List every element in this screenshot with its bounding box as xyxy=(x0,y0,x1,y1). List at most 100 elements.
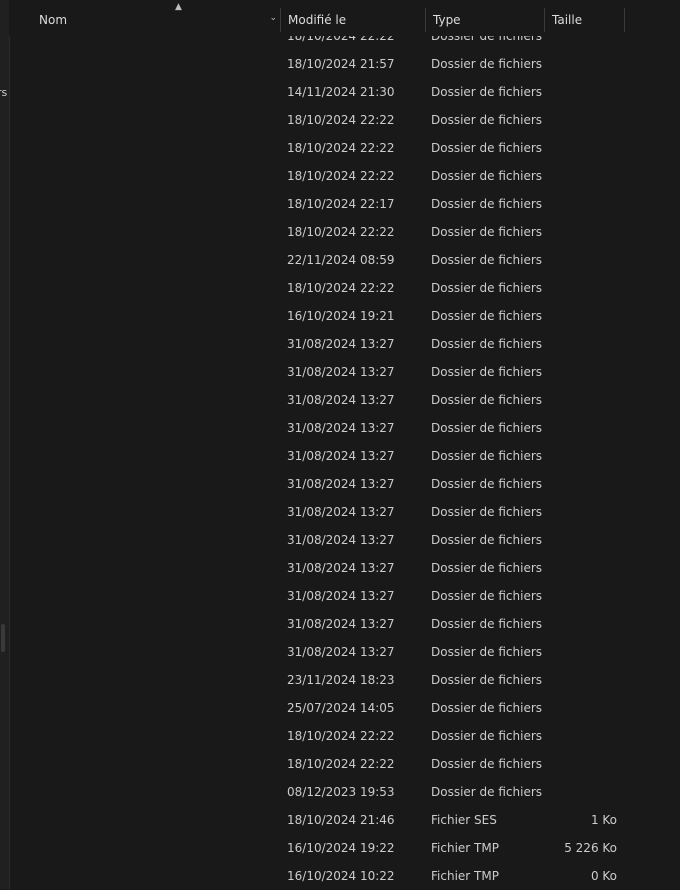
column-header-name[interactable]: ▲ Nom ⌄ xyxy=(31,2,281,34)
row-modified-date: 18/10/2024 21:46 xyxy=(287,813,395,827)
row-type: Dossier de fichiers xyxy=(431,365,543,379)
row-type: Dossier de fichiers xyxy=(431,477,543,491)
row-modified-date: 18/10/2024 22:22 xyxy=(287,225,395,239)
row-size: 5 226 Ko xyxy=(564,841,617,855)
column-header-modified-label: Modifié le xyxy=(288,13,347,27)
row-type: Dossier de fichiers xyxy=(431,617,543,631)
row-size: 1 Ko xyxy=(590,813,617,827)
row-type: Dossier de fichiers xyxy=(431,589,543,603)
row-type: Dossier de fichiers xyxy=(431,785,543,799)
row-type: Dossier de fichiers xyxy=(431,673,543,687)
row-type: Dossier de fichiers xyxy=(431,729,543,743)
navigation-pane-text: rs xyxy=(0,86,8,99)
folder-row[interactable]: TCD65ED.tmp31/08/2024 13:27Dossier de fi… xyxy=(9,414,680,442)
folder-row[interactable]: TCD6603.tmp31/08/2024 13:27Dossier de fi… xyxy=(9,526,680,554)
row-type: Dossier de fichiers xyxy=(431,393,543,407)
folder-row[interactable]: Redistributables22/11/2024 08:59Dossier … xyxy=(9,246,680,274)
folder-row[interactable]: Rar$DIa18948.1084618/10/2024 22:22Dossie… xyxy=(9,106,680,134)
file-row[interactable]: 2c92fcad-c6a3-408d-a54e-d731beabfab7....… xyxy=(9,834,680,862)
column-header-size-label: Taille xyxy=(552,13,583,27)
folder-row[interactable]: WinRAR.exe.WebView218/10/2024 22:22Dossi… xyxy=(9,722,680,750)
column-header-modified[interactable]: Modifié le xyxy=(280,8,426,34)
folder-row[interactable]: Wondershare18/10/2024 22:22Dossier de fi… xyxy=(9,750,680,778)
file-row[interactable]: .ses18/10/2024 21:46Fichier SES1 Ko xyxy=(9,806,680,834)
folder-row[interactable]: Rar$DRa20800.1028518/10/2024 22:22Dossie… xyxy=(9,218,680,246)
row-type: Dossier de fichiers xyxy=(431,197,543,211)
row-type: Dossier de fichiers xyxy=(431,169,543,183)
folder-row[interactable]: WinGet25/07/2024 14:05Dossier de fichier… xyxy=(9,694,680,722)
row-type: Dossier de fichiers xyxy=(431,225,543,239)
row-type: Dossier de fichiers xyxy=(431,337,543,351)
column-divider[interactable] xyxy=(624,8,625,32)
column-header-size[interactable]: Taille xyxy=(544,8,624,34)
row-type: Fichier TMP xyxy=(431,841,499,855)
row-modified-date: 18/10/2024 21:57 xyxy=(287,57,395,71)
folder-row[interactable]: steam16/10/2024 19:21Dossier de fichiers xyxy=(9,302,680,330)
row-type: Dossier de fichiers xyxy=(431,505,543,519)
folder-row[interactable]: TCD6602.tmp31/08/2024 13:27Dossier de fi… xyxy=(9,498,680,526)
row-modified-date: 16/10/2024 10:22 xyxy=(287,869,395,883)
folder-row[interactable]: TCD666B.tmp31/08/2024 13:27Dossier de fi… xyxy=(9,470,680,498)
file-row[interactable]: 3b134df7-e0e6-40d2-bb43-8148c7c0f6ae....… xyxy=(9,862,680,890)
row-modified-date: 14/11/2024 21:30 xyxy=(287,85,395,99)
navigation-pane-scrollbar[interactable] xyxy=(1,624,5,652)
row-modified-date: 23/11/2024 18:23 xyxy=(287,673,395,687)
row-modified-date: 25/07/2024 14:05 xyxy=(287,701,395,715)
sort-ascending-icon: ▲ xyxy=(175,2,182,12)
row-modified-date: 31/08/2024 13:27 xyxy=(287,589,395,603)
row-modified-date: 18/10/2024 22:22 xyxy=(287,141,395,155)
row-modified-date: 31/08/2024 13:27 xyxy=(287,421,395,435)
folder-row[interactable]: TCD6658.tmp31/08/2024 13:27Dossier de fi… xyxy=(9,638,680,666)
column-header-name-label: Nom xyxy=(39,13,68,27)
folder-row[interactable]: TCD65EB.tmp31/08/2024 13:27Dossier de fi… xyxy=(9,358,680,386)
row-type: Dossier de fichiers xyxy=(431,113,543,127)
file-list: NvTelemetry_WD18/10/2024 22:22Dossier de… xyxy=(9,22,680,890)
row-modified-date: 18/10/2024 22:22 xyxy=(287,281,395,295)
row-type: Dossier de fichiers xyxy=(431,309,543,323)
folder-row[interactable]: Rar$DRa13176.379118/10/2024 22:22Dossier… xyxy=(9,162,680,190)
row-type: Fichier TMP xyxy=(431,869,499,883)
row-modified-date: 31/08/2024 13:27 xyxy=(287,505,395,519)
row-modified-date: 16/10/2024 19:21 xyxy=(287,309,395,323)
row-modified-date: 31/08/2024 13:27 xyxy=(287,533,395,547)
row-modified-date: 31/08/2024 13:27 xyxy=(287,645,395,659)
row-modified-date: 16/10/2024 19:22 xyxy=(287,841,395,855)
row-modified-date: 18/10/2024 22:17 xyxy=(287,197,395,211)
folder-row[interactable]: TCD666A.tmp31/08/2024 13:27Dossier de fi… xyxy=(9,442,680,470)
row-modified-date: 31/08/2024 13:27 xyxy=(287,477,395,491)
row-type: Dossier de fichiers xyxy=(431,57,543,71)
row-modified-date: 31/08/2024 13:27 xyxy=(287,449,395,463)
row-type: Dossier de fichiers xyxy=(431,281,543,295)
row-type: Dossier de fichiers xyxy=(431,757,543,771)
folder-row[interactable]: TCD6656.tmp31/08/2024 13:27Dossier de fi… xyxy=(9,610,680,638)
row-modified-date: 31/08/2024 13:27 xyxy=(287,617,395,631)
row-type: Dossier de fichiers xyxy=(431,421,543,435)
folder-row[interactable]: update23/11/2024 18:23Dossier de fichier… xyxy=(9,666,680,694)
folder-row[interactable]: plugins14/11/2024 21:30Dossier de fichie… xyxy=(9,78,680,106)
folder-row[interactable]: TCD6614.tmp31/08/2024 13:27Dossier de fi… xyxy=(9,554,680,582)
folder-row[interactable]: TCD65D8.tmp31/08/2024 13:27Dossier de fi… xyxy=(9,330,680,358)
row-modified-date: 22/11/2024 08:59 xyxy=(287,253,395,267)
row-modified-date: 31/08/2024 13:27 xyxy=(287,561,395,575)
folder-row[interactable]: TCD65EC.tmp31/08/2024 13:27Dossier de fi… xyxy=(9,386,680,414)
row-modified-date: 31/08/2024 13:27 xyxy=(287,337,395,351)
row-type: Fichier SES xyxy=(431,813,497,827)
row-type: Dossier de fichiers xyxy=(431,85,543,99)
folder-row[interactable]: SmartScreen18/10/2024 22:22Dossier de fi… xyxy=(9,274,680,302)
folder-row[interactable]: TCD6615.tmp31/08/2024 13:27Dossier de fi… xyxy=(9,582,680,610)
row-size: 0 Ko xyxy=(590,869,617,883)
column-header-type-label: Type xyxy=(433,13,461,27)
chevron-down-icon[interactable]: ⌄ xyxy=(269,13,277,23)
folder-row[interactable]: Rar$DRa18948.4395418/10/2024 22:17Dossie… xyxy=(9,190,680,218)
folder-row[interactable]: Rar$DRa5352.4926218/10/2024 22:22Dossier… xyxy=(9,134,680,162)
row-modified-date: 31/08/2024 13:27 xyxy=(287,365,395,379)
row-modified-date: 31/08/2024 13:27 xyxy=(287,393,395,407)
row-modified-date: 18/10/2024 22:22 xyxy=(287,113,395,127)
folder-row[interactable]: Outlook Logging18/10/2024 21:57Dossier d… xyxy=(9,50,680,78)
folder-row[interactable]: x6408/12/2023 19:53Dossier de fichiers xyxy=(9,778,680,806)
column-header-bar: ▲ Nom ⌄ Modifié le Type Taille xyxy=(9,0,680,36)
column-header-type[interactable]: Type xyxy=(425,8,545,34)
row-modified-date: 18/10/2024 22:22 xyxy=(287,729,395,743)
row-type: Dossier de fichiers xyxy=(431,701,543,715)
row-type: Dossier de fichiers xyxy=(431,533,543,547)
